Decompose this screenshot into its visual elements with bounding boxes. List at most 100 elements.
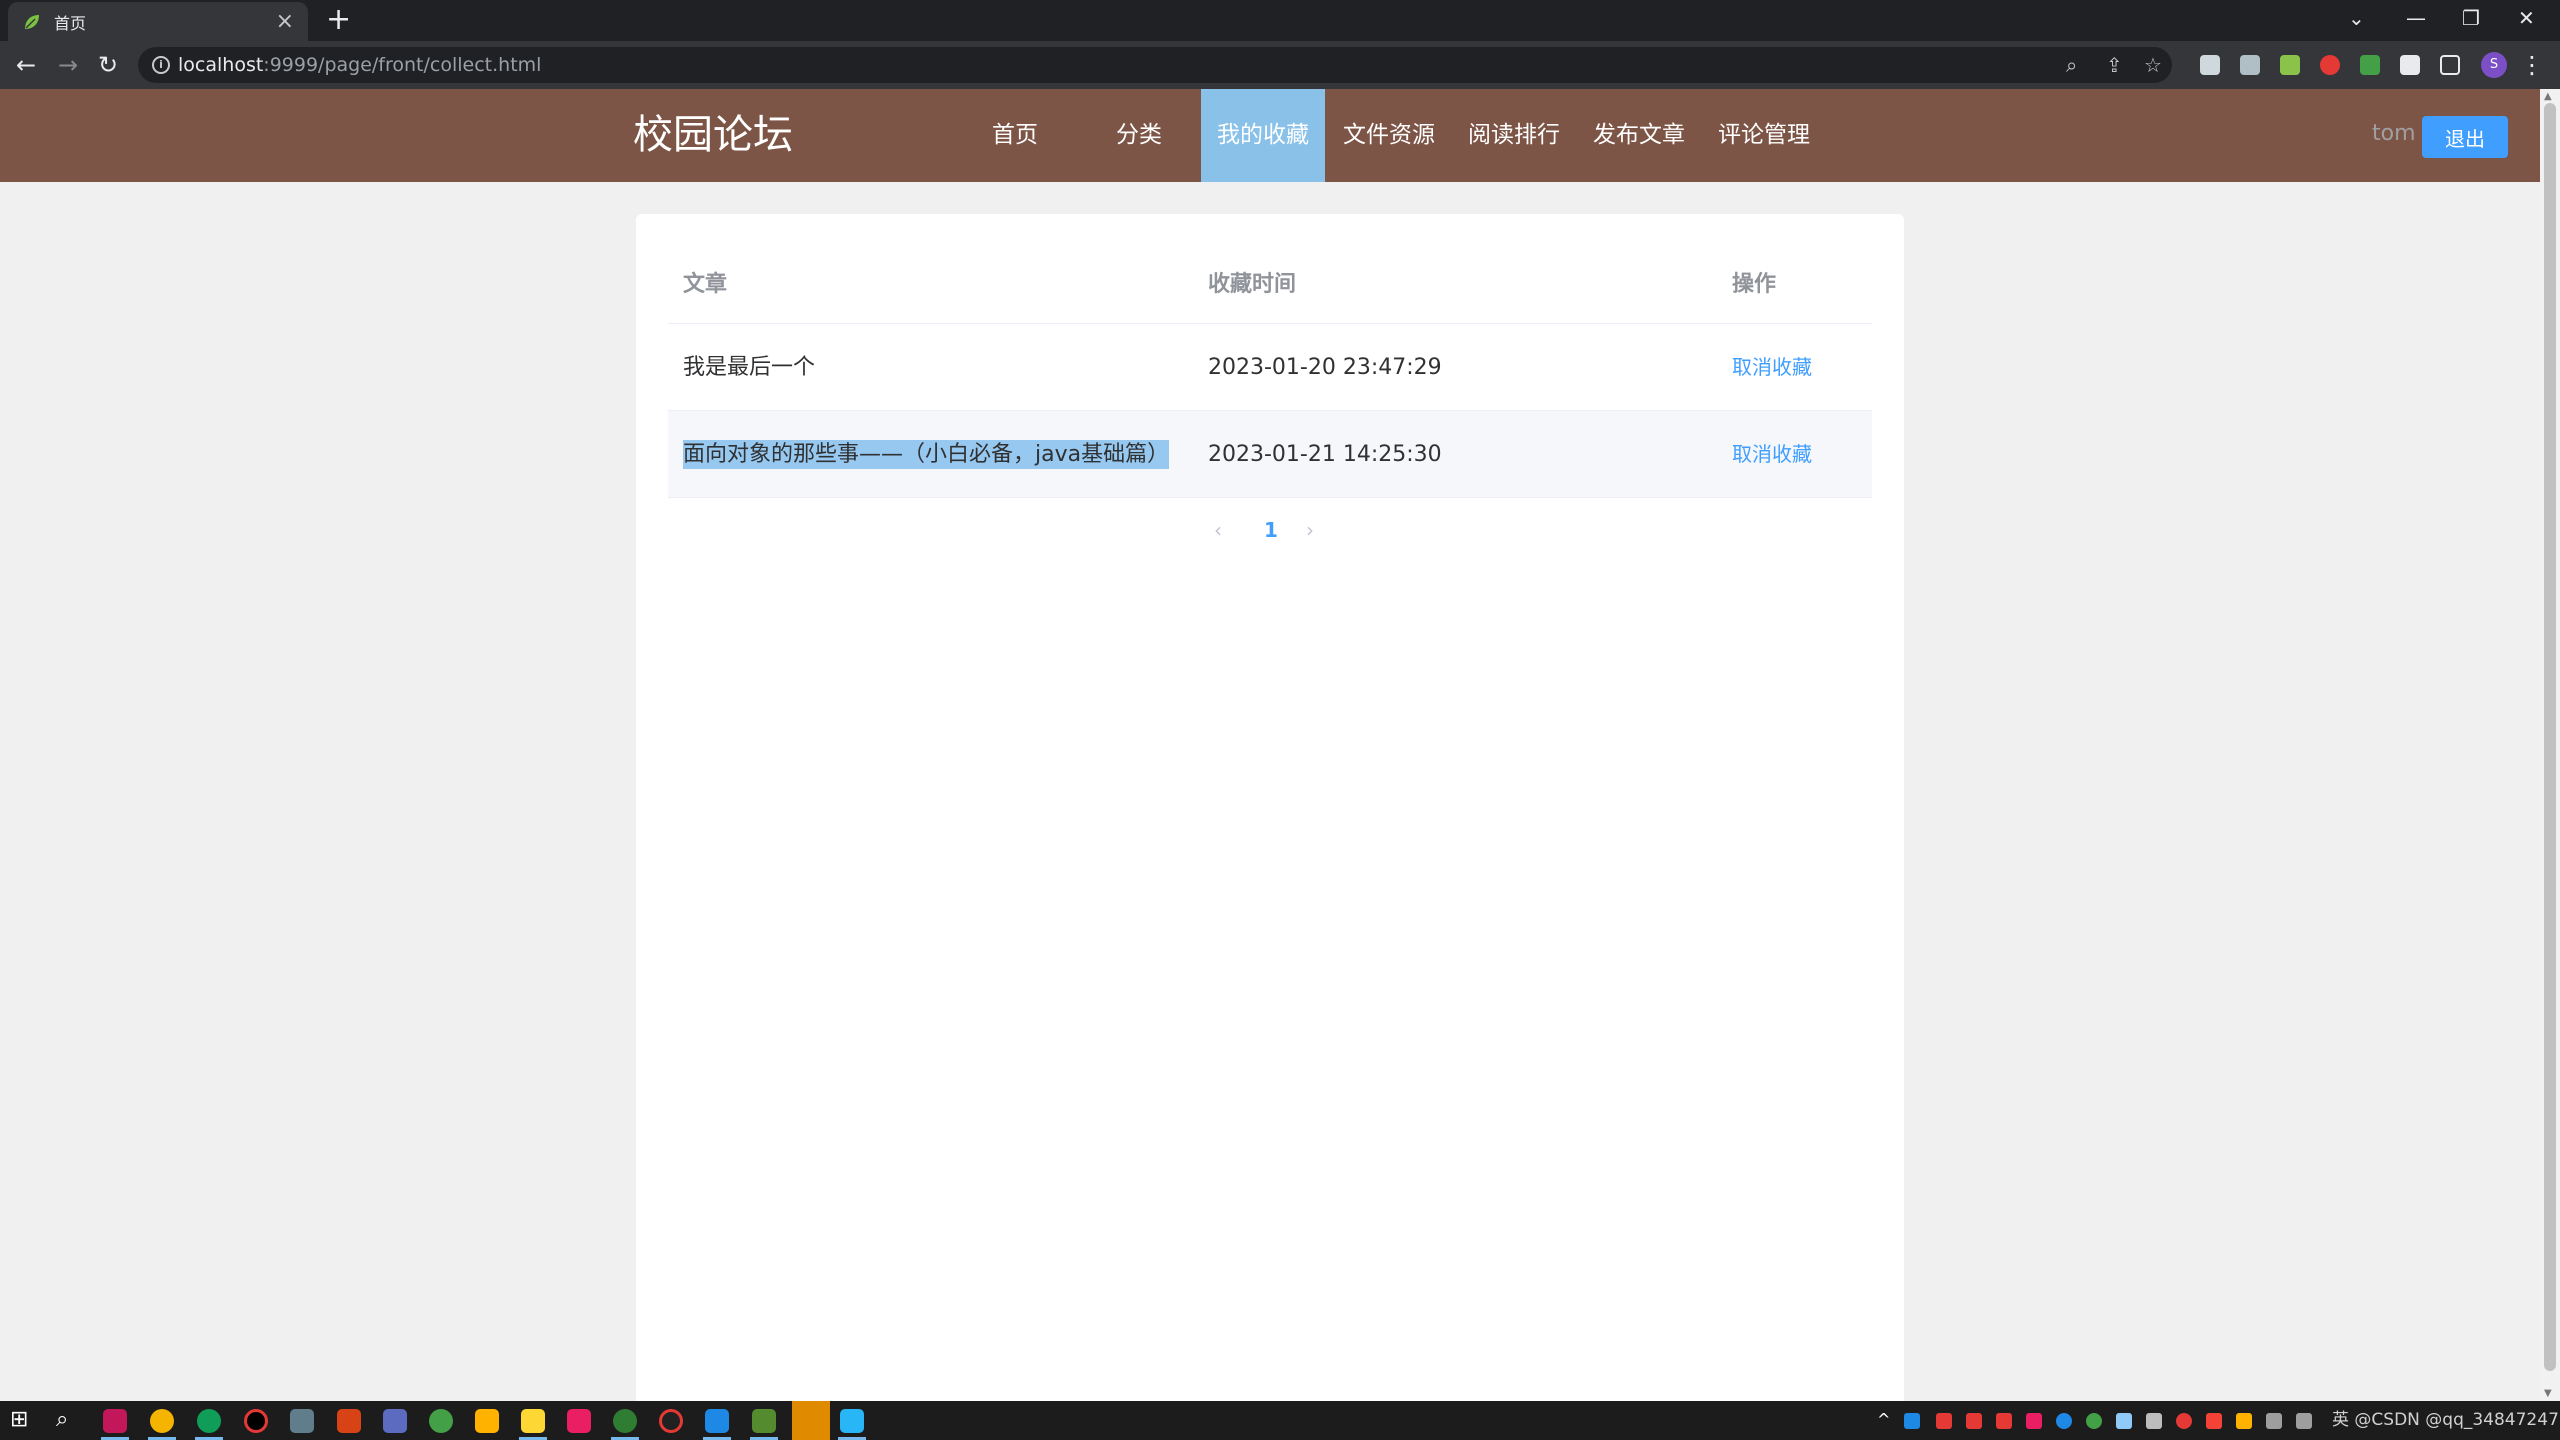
remote-desktop-icon[interactable]: [290, 1409, 314, 1433]
tray-app-icon[interactable]: [1904, 1413, 1920, 1429]
collect-time: 2023-01-20 23:47:29: [1208, 355, 1442, 380]
extension-shield-icon[interactable]: [2320, 55, 2340, 75]
notepad-icon[interactable]: [752, 1409, 776, 1433]
nav-reading-ranking[interactable]: 阅读排行: [1452, 89, 1576, 182]
column-article: 文章: [683, 272, 728, 297]
collection-table: 文章 收藏时间 操作 我是最后一个 2023-01-20 23:47:29 取消…: [668, 246, 1872, 498]
media-app-icon[interactable]: [567, 1409, 591, 1433]
taskbar: ⊞ ⌕ ^ 英 @CSDN @qq_34847247: [0, 1401, 2560, 1440]
site-logo[interactable]: 校园论坛: [633, 109, 793, 161]
share-icon[interactable]: ⇪: [2106, 51, 2123, 79]
minimize-icon[interactable]: —: [2406, 6, 2426, 30]
tray-qq-icon[interactable]: [1966, 1413, 1982, 1429]
windows-start-icon[interactable]: ⊞: [10, 1405, 28, 1435]
more-menu-icon[interactable]: ⋮: [2516, 49, 2548, 81]
prev-page-icon[interactable]: ‹: [1214, 510, 1222, 550]
nav-file-resources[interactable]: 文件资源: [1327, 89, 1451, 182]
bookmark-star-icon[interactable]: ☆: [2144, 51, 2162, 79]
table-header: 文章 收藏时间 操作: [668, 246, 1872, 324]
chrome-icon[interactable]: [150, 1409, 174, 1433]
tray-wechat-icon[interactable]: [2086, 1413, 2102, 1429]
extension-chat-icon[interactable]: [2200, 55, 2220, 75]
tab-close-icon[interactable]: ×: [276, 10, 294, 33]
extension-image-icon[interactable]: [2280, 55, 2300, 75]
intellij-icon[interactable]: [103, 1409, 127, 1433]
wechat-icon[interactable]: [613, 1409, 637, 1433]
tray-qq-icon[interactable]: [1996, 1413, 2012, 1429]
typora-icon[interactable]: [840, 1409, 864, 1433]
side-panel-icon[interactable]: [2440, 55, 2460, 75]
pagination: ‹ 1 ›: [636, 510, 1904, 550]
browser-toolbar: ← → ↻ i localhost:9999/page/front/collec…: [0, 41, 2560, 89]
tray-network-icon[interactable]: [2266, 1413, 2282, 1429]
url-text: localhost:9999/page/front/collect.html: [178, 54, 542, 76]
ship-app-icon[interactable]: [383, 1409, 407, 1433]
browser-app-icon[interactable]: [197, 1409, 221, 1433]
tray-network-app-icon[interactable]: [2116, 1413, 2132, 1429]
scroll-down-icon[interactable]: ▼: [2544, 1388, 2552, 1399]
zoom-icon[interactable]: ⌕: [2066, 51, 2077, 79]
tray-expand-icon[interactable]: ^: [1877, 1405, 1890, 1435]
column-actions: 操作: [1732, 272, 1777, 297]
tray-media-icon[interactable]: [2026, 1413, 2042, 1429]
column-collect-time: 收藏时间: [1208, 272, 1297, 297]
uncollect-link[interactable]: 取消收藏: [1732, 324, 1812, 411]
office-app-icon[interactable]: [337, 1409, 361, 1433]
scroll-thumb[interactable]: [2544, 103, 2556, 1371]
username: tom: [2372, 121, 2416, 146]
uncollect-link[interactable]: 取消收藏: [1732, 411, 1812, 498]
nav-comment-management[interactable]: 评论管理: [1702, 89, 1826, 182]
tray-text: 英 @CSDN @qq_34847247: [2332, 1410, 2559, 1430]
site-header: 校园论坛 首页 分类 我的收藏 文件资源 阅读排行 发布文章 评论管理 tom …: [0, 89, 2540, 182]
browser-tab[interactable]: 首页 ×: [8, 2, 308, 41]
collect-time: 2023-01-21 14:25:30: [1208, 442, 1442, 467]
table-row: 面向对象的那些事——（小白必备，java基础篇） 2023-01-21 14:2…: [668, 411, 1872, 498]
tab-title: 首页: [54, 13, 87, 33]
back-icon[interactable]: ←: [10, 49, 42, 81]
extension-camera-icon[interactable]: [2240, 55, 2260, 75]
restore-icon[interactable]: ❐: [2462, 6, 2480, 30]
forward-icon[interactable]: →: [52, 49, 84, 81]
logout-button[interactable]: 退出: [2422, 116, 2508, 158]
nav-home[interactable]: 首页: [953, 89, 1077, 182]
tab-search-icon[interactable]: ⌄: [2348, 6, 2365, 30]
collection-card: 文章 收藏时间 操作 我是最后一个 2023-01-20 23:47:29 取消…: [636, 214, 1904, 1401]
tray-record-icon[interactable]: [2176, 1413, 2192, 1429]
sync-app-icon[interactable]: [429, 1409, 453, 1433]
reload-icon[interactable]: ↻: [92, 49, 124, 81]
leaf-icon: [25, 14, 39, 29]
search-icon[interactable]: ⌕: [56, 1405, 68, 1435]
screen-recorder-icon[interactable]: [659, 1409, 683, 1433]
selected-text: 面向对象的那些事——（小白必备，java基础篇）: [683, 440, 1170, 469]
nav-publish-article[interactable]: 发布文章: [1577, 89, 1701, 182]
table-row: 我是最后一个 2023-01-20 23:47:29 取消收藏: [668, 324, 1872, 411]
folder-icon[interactable]: [475, 1409, 499, 1433]
tray-security-icon[interactable]: [2206, 1413, 2222, 1429]
tray-volume-icon[interactable]: [2296, 1413, 2312, 1429]
extension-leaf-icon[interactable]: [2360, 55, 2380, 75]
profile-avatar[interactable]: S: [2481, 52, 2507, 78]
address-bar[interactable]: i localhost:9999/page/front/collect.html…: [138, 47, 2172, 83]
article-title[interactable]: 面向对象的那些事——（小白必备，java基础篇）: [683, 411, 1170, 498]
info-icon[interactable]: i: [152, 56, 170, 74]
extensions-puzzle-icon[interactable]: [2400, 55, 2420, 75]
nav-category[interactable]: 分类: [1077, 89, 1201, 182]
tool-app-icon[interactable]: [705, 1409, 729, 1433]
browser-tabbar: 首页 × + ⌄ — ❐ ✕: [0, 0, 2560, 41]
record-app-icon[interactable]: [244, 1409, 268, 1433]
new-tab-icon[interactable]: +: [326, 4, 351, 36]
tray-qq-icon[interactable]: [1936, 1413, 1952, 1429]
file-explorer-icon[interactable]: [521, 1409, 545, 1433]
article-title[interactable]: 我是最后一个: [683, 324, 815, 411]
tray-cloud-icon[interactable]: [2056, 1413, 2072, 1429]
tray-mic-icon[interactable]: [2146, 1413, 2162, 1429]
page-scrollbar[interactable]: ▲ ▼: [2540, 89, 2560, 1401]
close-window-icon[interactable]: ✕: [2518, 6, 2535, 30]
scroll-up-icon[interactable]: ▲: [2544, 91, 2552, 102]
page-number[interactable]: 1: [1264, 510, 1278, 550]
tray-key-icon[interactable]: [2236, 1413, 2252, 1429]
page: 校园论坛 首页 分类 我的收藏 文件资源 阅读排行 发布文章 评论管理 tom …: [0, 89, 2540, 1401]
next-page-icon[interactable]: ›: [1306, 510, 1314, 550]
active-app-icon[interactable]: [792, 1401, 830, 1440]
nav-my-collection[interactable]: 我的收藏: [1201, 89, 1325, 182]
